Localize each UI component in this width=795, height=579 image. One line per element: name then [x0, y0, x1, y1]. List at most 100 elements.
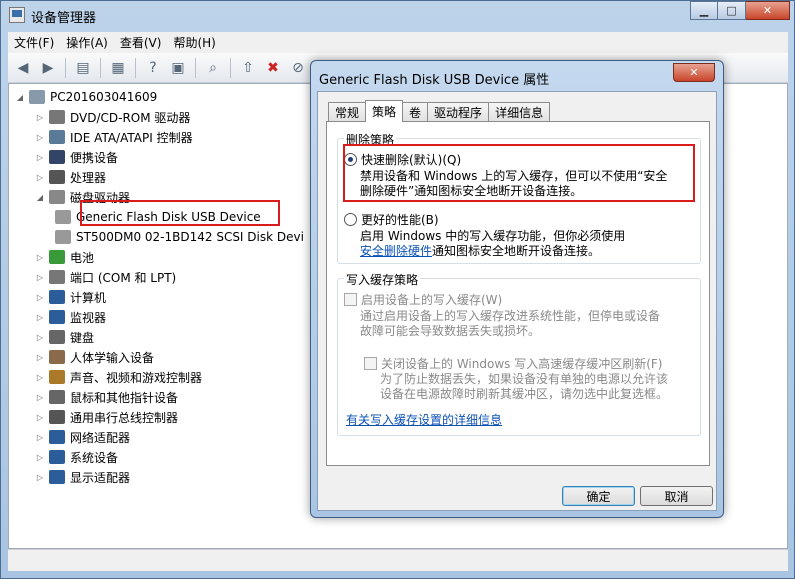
- tree-root[interactable]: ◢ PC201603041609: [15, 88, 157, 106]
- expand-arrow-icon[interactable]: ▷: [35, 333, 45, 342]
- tree-child-device[interactable]: ST500DM0 02-1BD142 SCSI Disk Devi: [55, 228, 304, 246]
- toolbar-divider: [65, 57, 66, 78]
- device-category-icon: [49, 390, 65, 404]
- properties-icon[interactable]: ▦: [107, 57, 129, 79]
- device-category-icon: [49, 330, 65, 344]
- toolbar-divider: [195, 57, 196, 78]
- tree-category[interactable]: ▷ DVD/CD-ROM 驱动器: [35, 108, 190, 126]
- tree-item-label: DVD/CD-ROM 驱动器: [70, 110, 191, 125]
- toolbar-divider: [100, 57, 101, 78]
- better-performance-radio[interactable]: [344, 213, 357, 226]
- collapse-arrow-icon[interactable]: ◢: [35, 193, 45, 202]
- tree-category[interactable]: ▷ IDE ATA/ATAPI 控制器: [35, 128, 193, 146]
- flush-cache-option[interactable]: 关闭设备上的 Windows 写入高速缓存缓冲区刷新(F): [364, 355, 662, 372]
- expand-arrow-icon[interactable]: ▷: [35, 433, 45, 442]
- expand-arrow-icon[interactable]: ▷: [35, 133, 45, 142]
- details-icon[interactable]: ▣: [167, 57, 189, 79]
- device-category-icon: [49, 450, 65, 464]
- collapse-arrow-icon[interactable]: ◢: [15, 93, 25, 102]
- tab-volumes[interactable]: 卷: [402, 102, 429, 122]
- tree-category[interactable]: ▷ 键盘: [35, 328, 94, 346]
- better-performance-desc: 启用 Windows 中的写入缓存功能，但你必须使用 安全删除硬件通知图标安全地…: [360, 229, 625, 259]
- menu-file[interactable]: 文件(F): [8, 34, 60, 51]
- device-category-icon: [49, 110, 65, 124]
- back-arrow-icon[interactable]: ◀: [12, 57, 34, 79]
- window-controls: ▁ □ ✕: [690, 1, 790, 20]
- menu-help[interactable]: 帮助(H): [167, 34, 221, 51]
- device-manager-icon: [9, 7, 25, 23]
- tree-category[interactable]: ▷ 端口 (COM 和 LPT): [35, 268, 176, 286]
- ok-button[interactable]: 确定: [562, 486, 635, 506]
- uninstall-device-icon[interactable]: ✖: [262, 57, 284, 79]
- minimize-button[interactable]: ▁: [690, 1, 718, 20]
- expand-arrow-icon[interactable]: ▷: [35, 153, 45, 162]
- enable-write-cache-option[interactable]: 启用设备上的写入缓存(W): [344, 291, 502, 308]
- better-performance-option[interactable]: 更好的性能(B): [344, 211, 439, 228]
- maximize-button[interactable]: □: [718, 1, 746, 20]
- disable-device-icon[interactable]: ⊘: [287, 57, 309, 79]
- enable-write-cache-desc-line1: 通过启用设备上的写入缓存改进系统性能，但停电或设备: [360, 309, 661, 323]
- device-category-icon: [49, 310, 65, 324]
- title-bar[interactable]: 设备管理器 ▁ □ ✕: [1, 1, 794, 31]
- expand-arrow-icon[interactable]: ▷: [35, 113, 45, 122]
- tree-category[interactable]: ▷ 通用串行总线控制器: [35, 408, 178, 426]
- expand-arrow-icon[interactable]: ▷: [35, 253, 45, 262]
- dialog-close-button[interactable]: ✕: [673, 63, 715, 82]
- tree-category[interactable]: ▷ 显示适配器: [35, 468, 130, 486]
- tree-item-label: 网络适配器: [70, 430, 131, 445]
- expand-arrow-icon[interactable]: ▷: [35, 393, 45, 402]
- tree-category[interactable]: ▷ 计算机: [35, 288, 106, 306]
- forward-arrow-icon[interactable]: ▶: [37, 57, 59, 79]
- tab-driver[interactable]: 驱动程序: [427, 102, 490, 122]
- expand-arrow-icon[interactable]: ▷: [35, 273, 45, 282]
- tree-item-label: ST500DM0 02-1BD142 SCSI Disk Devi: [76, 230, 304, 244]
- status-bar: [8, 549, 788, 571]
- menu-view[interactable]: 查看(V): [114, 34, 168, 51]
- computer-icon: [29, 90, 45, 104]
- expand-arrow-icon[interactable]: ▷: [35, 373, 45, 382]
- scan-hardware-icon[interactable]: ⌕: [202, 57, 224, 79]
- tree-category[interactable]: ▷ 鼠标和其他指针设备: [35, 388, 178, 406]
- close-button[interactable]: ✕: [746, 1, 790, 20]
- tree-root-label: PC201603041609: [50, 90, 158, 104]
- tree-category[interactable]: ▷ 人体学输入设备: [35, 348, 154, 366]
- show-hide-tree-icon[interactable]: ▤: [72, 57, 94, 79]
- tree-category[interactable]: ▷ 监视器: [35, 308, 106, 326]
- expand-arrow-icon[interactable]: ▷: [35, 353, 45, 362]
- tree-category[interactable]: ▷ 电池: [35, 248, 94, 266]
- update-driver-icon[interactable]: ⇧: [237, 57, 259, 79]
- expand-arrow-icon[interactable]: ▷: [35, 453, 45, 462]
- cancel-button[interactable]: 取消: [640, 486, 713, 506]
- tab-general[interactable]: 常规: [328, 102, 367, 122]
- expand-arrow-icon[interactable]: ▷: [35, 293, 45, 302]
- properties-dialog: Generic Flash Disk USB Device 属性 ✕ 常规 策略…: [310, 60, 724, 518]
- flush-cache-desc-line2: 设备在电源故障时刷新其缓冲区，请勿选中此复选框。: [380, 387, 669, 401]
- enable-write-cache-checkbox[interactable]: [344, 293, 357, 306]
- help-icon[interactable]: ?: [142, 57, 164, 79]
- tree-category[interactable]: ▷ 便携设备: [35, 148, 118, 166]
- better-performance-label: 更好的性能(B): [361, 213, 439, 227]
- device-category-icon: [49, 470, 65, 484]
- menu-action[interactable]: 操作(A): [60, 34, 114, 51]
- expand-arrow-icon[interactable]: ▷: [35, 413, 45, 422]
- tree-category[interactable]: ▷ 声音、视频和游戏控制器: [35, 368, 202, 386]
- tree-category[interactable]: ▷ 网络适配器: [35, 428, 130, 446]
- window-title: 设备管理器: [31, 11, 97, 26]
- highlight-quick-removal: [343, 144, 695, 202]
- expand-arrow-icon[interactable]: ▷: [35, 173, 45, 182]
- device-category-icon: [49, 290, 65, 304]
- tree-item-label: 通用串行总线控制器: [70, 410, 179, 425]
- better-performance-desc-line1: 启用 Windows 中的写入缓存功能，但你必须使用: [360, 229, 626, 243]
- device-category-icon: [55, 210, 71, 224]
- tab-details[interactable]: 详细信息: [488, 102, 551, 122]
- better-performance-desc-line2: 安全删除硬件通知图标安全地断开设备连接。: [360, 244, 625, 259]
- tree-category[interactable]: ▷ 处理器: [35, 168, 106, 186]
- tree-category[interactable]: ▷ 系统设备: [35, 448, 118, 466]
- device-category-icon: [49, 370, 65, 384]
- flush-cache-checkbox[interactable]: [364, 357, 377, 370]
- safely-remove-link[interactable]: 安全删除硬件: [360, 244, 432, 258]
- expand-arrow-icon[interactable]: ▷: [35, 473, 45, 482]
- expand-arrow-icon[interactable]: ▷: [35, 313, 45, 322]
- tab-policies[interactable]: 策略: [365, 100, 404, 122]
- write-cache-details-link[interactable]: 有关写入缓存设置的详细信息: [346, 413, 502, 428]
